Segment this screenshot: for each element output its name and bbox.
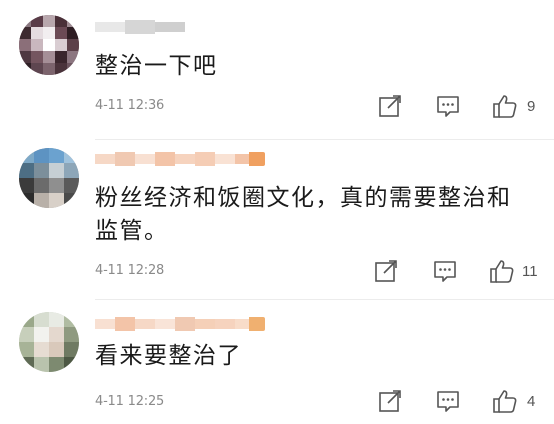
comment-time: 4-11 12:25 (95, 394, 165, 409)
like-count: 4 (527, 393, 536, 410)
repost-icon[interactable] (377, 388, 403, 414)
thumbs-up-icon[interactable] (492, 388, 518, 414)
comment-text: 看来要整治了 (95, 343, 242, 369)
comment-icon[interactable] (435, 388, 461, 414)
username[interactable] (0, 0, 1, 1)
avatar[interactable] (19, 312, 79, 372)
comment-item: 看来要整治了 4-11 12:25 4 (0, 0, 554, 424)
username-blurred[interactable] (95, 317, 265, 331)
comment-list: 整治一下吧 4-11 12:36 9 粉丝经济和饭圈文化，真的需要整治和监管。 … (0, 0, 554, 424)
